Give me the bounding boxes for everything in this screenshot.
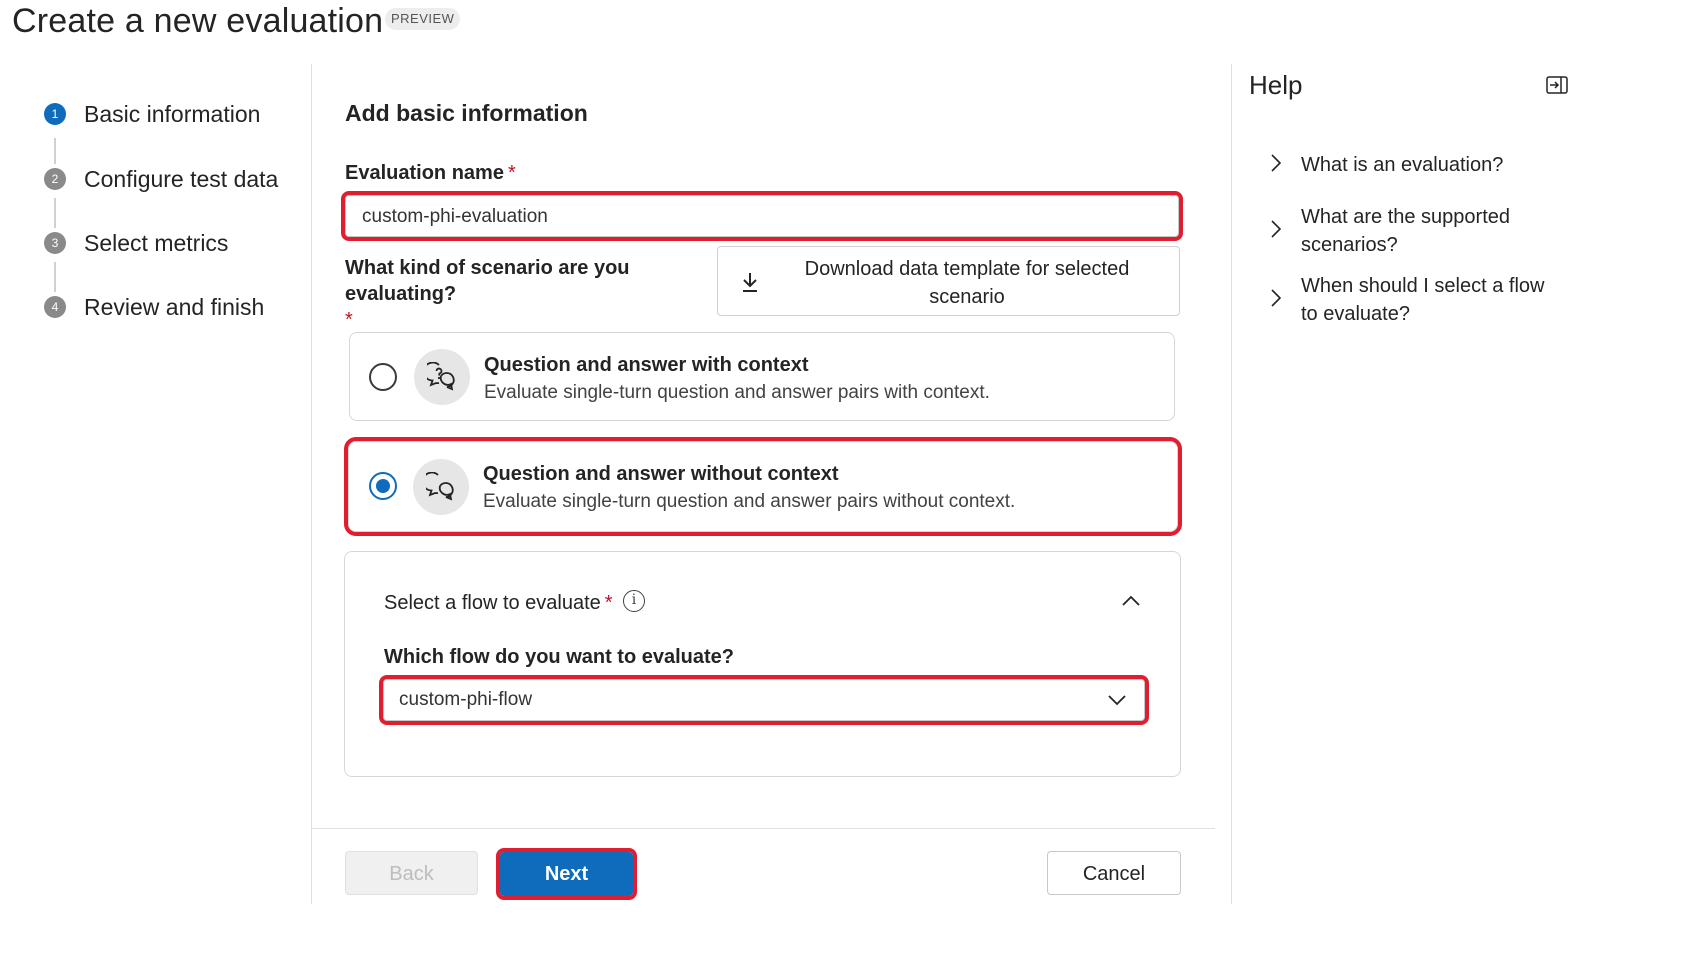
- label-text: What kind of scenario are you evaluating…: [345, 257, 630, 305]
- back-button[interactable]: Back: [345, 851, 478, 895]
- download-template-button[interactable]: Download data template for selected scen…: [717, 246, 1180, 316]
- chevron-down-icon: [1108, 695, 1126, 706]
- download-template-label: Download data template for selected scen…: [804, 258, 1130, 308]
- page-title: Create a new evaluation: [12, 2, 384, 40]
- info-icon[interactable]: i: [623, 590, 645, 612]
- option-description: Evaluate single-turn question and answer…: [484, 382, 990, 403]
- radio-with-context[interactable]: [369, 363, 397, 391]
- download-icon: [743, 273, 757, 292]
- flow-selection-panel: Select a flow to evaluate * i Which flow …: [344, 551, 1181, 777]
- chat-question-icon: [414, 349, 470, 405]
- scenario-option-without-context[interactable]: Question and answer without context Eval…: [344, 437, 1182, 536]
- chevron-right-icon: [1271, 154, 1282, 172]
- next-button[interactable]: Next: [496, 848, 637, 900]
- flow-section-title: Select a flow to evaluate *: [384, 592, 613, 615]
- step-label: Basic information: [84, 101, 261, 127]
- step-connector: [54, 262, 56, 292]
- collapse-panel-icon[interactable]: [1546, 76, 1568, 94]
- help-item-label: What are the supported scenarios?: [1301, 206, 1511, 256]
- flow-title-text: Select a flow to evaluate: [384, 592, 601, 614]
- required-marker: *: [345, 309, 353, 331]
- option-title: Question and answer without context: [483, 463, 839, 485]
- help-item-label: What is an evaluation?: [1301, 154, 1504, 176]
- section-title: Add basic information: [345, 100, 588, 126]
- step-connector: [54, 198, 56, 228]
- preview-badge: PREVIEW: [385, 8, 461, 30]
- flow-dropdown[interactable]: custom-phi-flow: [379, 675, 1149, 725]
- required-marker: *: [507, 162, 516, 184]
- label-text: Evaluation name: [345, 162, 504, 184]
- footer-divider: [311, 828, 1215, 829]
- flow-dropdown-value: custom-phi-flow: [399, 689, 533, 710]
- flow-question-label: Which flow do you want to evaluate?: [384, 646, 735, 668]
- step-number: 1: [44, 103, 66, 125]
- step-connector: [54, 138, 56, 164]
- help-item-label: When should I select a flow to evaluate?: [1301, 275, 1545, 325]
- chevron-up-icon[interactable]: [1121, 594, 1141, 608]
- left-divider: [311, 64, 312, 904]
- scenario-label: What kind of scenario are you evaluating…: [345, 255, 717, 333]
- required-marker: *: [604, 592, 613, 614]
- step-number: 3: [44, 232, 66, 254]
- chevron-right-icon: [1271, 220, 1282, 238]
- chevron-right-icon: [1271, 289, 1282, 307]
- option-description: Evaluate single-turn question and answer…: [483, 491, 1016, 512]
- evaluation-name-input[interactable]: custom-phi-evaluation: [341, 191, 1183, 241]
- radio-without-context[interactable]: [369, 472, 397, 500]
- option-title: Question and answer with context: [484, 354, 809, 376]
- step-label: Configure test data: [84, 166, 279, 192]
- step-number: 2: [44, 168, 66, 190]
- step-number: 4: [44, 296, 66, 318]
- right-divider: [1231, 64, 1232, 904]
- scenario-option-with-context[interactable]: Question and answer with context Evaluat…: [349, 332, 1175, 421]
- chat-bubbles-icon: [413, 459, 469, 515]
- step-label: Review and finish: [84, 294, 265, 320]
- evaluation-name-label: Evaluation name *: [345, 162, 516, 185]
- step-label: Select metrics: [84, 230, 229, 256]
- help-title: Help: [1249, 70, 1303, 100]
- cancel-button[interactable]: Cancel: [1047, 851, 1181, 895]
